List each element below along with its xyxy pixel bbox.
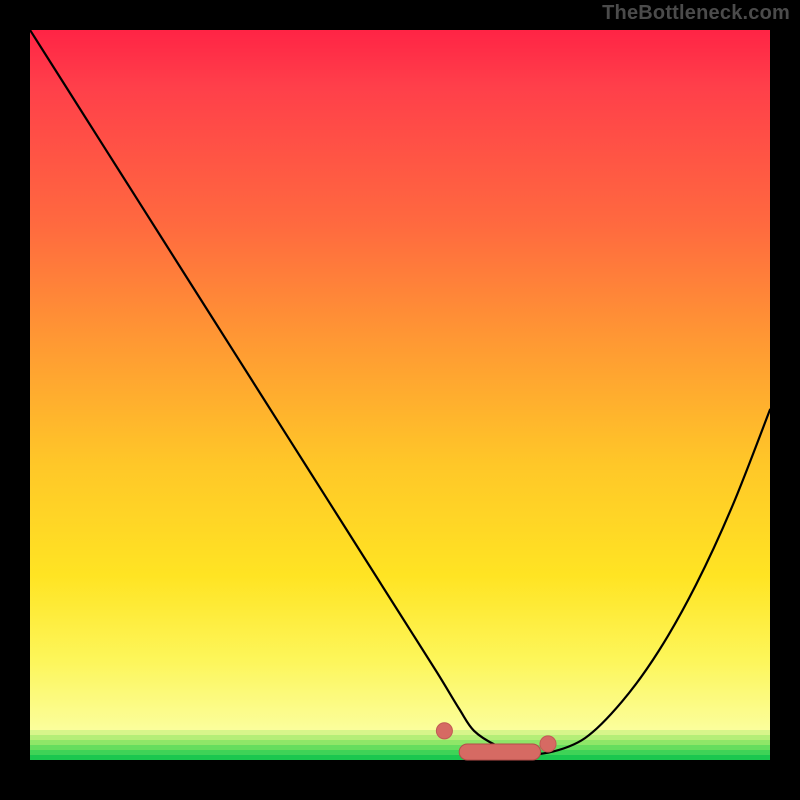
highlight-dot (540, 736, 556, 752)
markers (436, 723, 556, 760)
bottleneck-curve (30, 30, 770, 754)
curve-svg (30, 30, 770, 770)
highlight-marker (459, 744, 540, 760)
plot-area (30, 30, 770, 770)
watermark-text: TheBottleneck.com (602, 2, 790, 25)
chart-frame: TheBottleneck.com (0, 0, 800, 800)
highlight-dot (436, 723, 452, 739)
